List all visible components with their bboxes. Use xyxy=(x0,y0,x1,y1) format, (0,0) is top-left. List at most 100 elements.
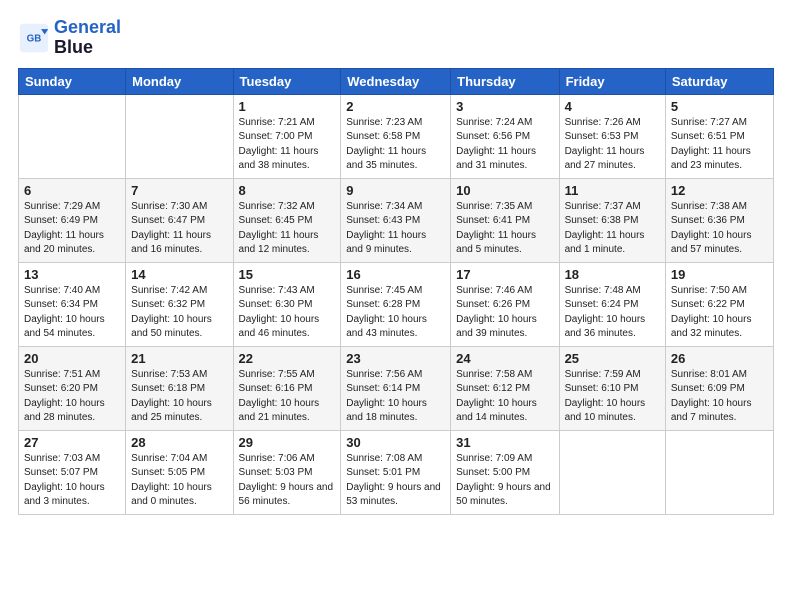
calendar-cell: 19 Sunrise: 7:50 AMSunset: 6:22 PMDayligh… xyxy=(665,262,773,346)
calendar-week-row: 6 Sunrise: 7:29 AMSunset: 6:49 PMDaylight… xyxy=(19,178,774,262)
calendar-cell: 1Sunrise: 7:21 AMSunset: 7:00 PMDaylight… xyxy=(233,94,341,178)
day-of-week-header: Wednesday xyxy=(341,68,451,94)
calendar-cell: 23 Sunrise: 7:56 AMSunset: 6:14 PMDayligh… xyxy=(341,346,451,430)
day-info: Sunrise: 7:53 AMSunset: 6:18 PMDaylight:… xyxy=(131,368,227,426)
day-number: 12 xyxy=(671,183,768,198)
day-number: 6 xyxy=(24,183,120,198)
day-number: 25 xyxy=(565,351,660,366)
day-number: 7 xyxy=(131,183,227,198)
day-number: 2 xyxy=(346,99,445,114)
day-info: Sunrise: 7:43 AMSunset: 6:30 PMDaylight:… xyxy=(239,284,336,342)
calendar-cell: 27Sunrise: 7:03 AMSunset: 5:07 PMDayligh… xyxy=(19,430,126,514)
calendar-cell: 25 Sunrise: 7:59 AMSunset: 6:10 PMDayligh… xyxy=(559,346,665,430)
day-number: 26 xyxy=(671,351,768,366)
calendar-week-row: 13 Sunrise: 7:40 AMSunset: 6:34 PMDayligh… xyxy=(19,262,774,346)
day-info: Sunrise: 7:38 AMSunset: 6:36 PMDaylight:… xyxy=(671,200,768,258)
calendar-cell: 28 Sunrise: 7:04 AMSunset: 5:05 PMDayligh… xyxy=(126,430,233,514)
calendar-cell: 26 Sunrise: 8:01 AMSunset: 6:09 PMDayligh… xyxy=(665,346,773,430)
svg-text:GB: GB xyxy=(27,33,42,44)
day-number: 19 xyxy=(671,267,768,282)
day-info: Sunrise: 7:56 AMSunset: 6:14 PMDaylight:… xyxy=(346,368,445,426)
day-info: Sunrise: 7:59 AMSunset: 6:10 PMDaylight:… xyxy=(565,368,660,426)
calendar-week-row: 27Sunrise: 7:03 AMSunset: 5:07 PMDayligh… xyxy=(19,430,774,514)
day-number: 21 xyxy=(131,351,227,366)
day-info: Sunrise: 8:01 AMSunset: 6:09 PMDaylight:… xyxy=(671,368,768,426)
day-info: Sunrise: 7:29 AMSunset: 6:49 PMDaylight:… xyxy=(24,200,120,258)
calendar-cell xyxy=(559,430,665,514)
day-info: Sunrise: 7:45 AMSunset: 6:28 PMDaylight:… xyxy=(346,284,445,342)
day-of-week-header: Tuesday xyxy=(233,68,341,94)
day-number: 22 xyxy=(239,351,336,366)
calendar-cell: 2 Sunrise: 7:23 AMSunset: 6:58 PMDaylight… xyxy=(341,94,451,178)
day-info: Sunrise: 7:48 AMSunset: 6:24 PMDaylight:… xyxy=(565,284,660,342)
day-info: Sunrise: 7:55 AMSunset: 6:16 PMDaylight:… xyxy=(239,368,336,426)
calendar-cell: 14 Sunrise: 7:42 AMSunset: 6:32 PMDayligh… xyxy=(126,262,233,346)
day-info: Sunrise: 7:58 AMSunset: 6:12 PMDaylight:… xyxy=(456,368,553,426)
day-number: 3 xyxy=(456,99,553,114)
calendar-cell: 29 Sunrise: 7:06 AMSunset: 5:03 PMDayligh… xyxy=(233,430,341,514)
day-info: Sunrise: 7:30 AMSunset: 6:47 PMDaylight:… xyxy=(131,200,227,258)
day-info: Sunrise: 7:46 AMSunset: 6:26 PMDaylight:… xyxy=(456,284,553,342)
day-of-week-header: Monday xyxy=(126,68,233,94)
day-number: 23 xyxy=(346,351,445,366)
day-info: Sunrise: 7:37 AMSunset: 6:38 PMDaylight:… xyxy=(565,200,660,258)
day-info: Sunrise: 7:42 AMSunset: 6:32 PMDaylight:… xyxy=(131,284,227,342)
day-number: 31 xyxy=(456,435,553,450)
day-number: 8 xyxy=(239,183,336,198)
calendar-cell: 31Sunrise: 7:09 AMSunset: 5:00 PMDayligh… xyxy=(451,430,559,514)
day-info: Sunrise: 7:27 AMSunset: 6:51 PMDaylight:… xyxy=(671,116,768,174)
day-info: Sunrise: 7:04 AMSunset: 5:05 PMDaylight:… xyxy=(131,452,227,510)
day-number: 13 xyxy=(24,267,120,282)
calendar-cell: 12 Sunrise: 7:38 AMSunset: 6:36 PMDayligh… xyxy=(665,178,773,262)
calendar-cell: 24Sunrise: 7:58 AMSunset: 6:12 PMDayligh… xyxy=(451,346,559,430)
calendar-cell: 18 Sunrise: 7:48 AMSunset: 6:24 PMDayligh… xyxy=(559,262,665,346)
day-of-week-header: Saturday xyxy=(665,68,773,94)
calendar-week-row: 20Sunrise: 7:51 AMSunset: 6:20 PMDayligh… xyxy=(19,346,774,430)
logo-text: GeneralBlue xyxy=(54,18,121,58)
calendar-cell: 9 Sunrise: 7:34 AMSunset: 6:43 PMDaylight… xyxy=(341,178,451,262)
calendar-cell: 15 Sunrise: 7:43 AMSunset: 6:30 PMDayligh… xyxy=(233,262,341,346)
day-number: 28 xyxy=(131,435,227,450)
calendar-cell: 20Sunrise: 7:51 AMSunset: 6:20 PMDayligh… xyxy=(19,346,126,430)
calendar-cell xyxy=(665,430,773,514)
header: GB GeneralBlue xyxy=(18,18,774,58)
day-number: 17 xyxy=(456,267,553,282)
day-number: 5 xyxy=(671,99,768,114)
calendar-cell: 22 Sunrise: 7:55 AMSunset: 6:16 PMDayligh… xyxy=(233,346,341,430)
day-number: 20 xyxy=(24,351,120,366)
calendar-cell: 30Sunrise: 7:08 AMSunset: 5:01 PMDayligh… xyxy=(341,430,451,514)
day-number: 30 xyxy=(346,435,445,450)
calendar-header-row: SundayMondayTuesdayWednesdayThursdayFrid… xyxy=(19,68,774,94)
calendar-cell: 10Sunrise: 7:35 AMSunset: 6:41 PMDayligh… xyxy=(451,178,559,262)
calendar-week-row: 1Sunrise: 7:21 AMSunset: 7:00 PMDaylight… xyxy=(19,94,774,178)
day-info: Sunrise: 7:23 AMSunset: 6:58 PMDaylight:… xyxy=(346,116,445,174)
calendar-cell: 3Sunrise: 7:24 AMSunset: 6:56 PMDaylight… xyxy=(451,94,559,178)
calendar-cell xyxy=(19,94,126,178)
day-number: 16 xyxy=(346,267,445,282)
calendar-cell: 6 Sunrise: 7:29 AMSunset: 6:49 PMDaylight… xyxy=(19,178,126,262)
day-info: Sunrise: 7:21 AMSunset: 7:00 PMDaylight:… xyxy=(239,116,336,174)
day-info: Sunrise: 7:40 AMSunset: 6:34 PMDaylight:… xyxy=(24,284,120,342)
calendar-cell: 16 Sunrise: 7:45 AMSunset: 6:28 PMDayligh… xyxy=(341,262,451,346)
calendar-cell: 7 Sunrise: 7:30 AMSunset: 6:47 PMDaylight… xyxy=(126,178,233,262)
calendar-cell: 5 Sunrise: 7:27 AMSunset: 6:51 PMDaylight… xyxy=(665,94,773,178)
calendar-cell: 11Sunrise: 7:37 AMSunset: 6:38 PMDayligh… xyxy=(559,178,665,262)
calendar-page: GB GeneralBlue SundayMondayTuesdayWednes… xyxy=(0,0,792,612)
day-of-week-header: Friday xyxy=(559,68,665,94)
day-info: Sunrise: 7:26 AMSunset: 6:53 PMDaylight:… xyxy=(565,116,660,174)
day-number: 18 xyxy=(565,267,660,282)
day-number: 27 xyxy=(24,435,120,450)
day-number: 9 xyxy=(346,183,445,198)
day-info: Sunrise: 7:32 AMSunset: 6:45 PMDaylight:… xyxy=(239,200,336,258)
day-number: 10 xyxy=(456,183,553,198)
calendar-cell: 17 Sunrise: 7:46 AMSunset: 6:26 PMDayligh… xyxy=(451,262,559,346)
day-number: 14 xyxy=(131,267,227,282)
day-info: Sunrise: 7:06 AMSunset: 5:03 PMDaylight:… xyxy=(239,452,336,510)
day-number: 29 xyxy=(239,435,336,450)
calendar-cell: 13 Sunrise: 7:40 AMSunset: 6:34 PMDayligh… xyxy=(19,262,126,346)
day-number: 15 xyxy=(239,267,336,282)
calendar-cell xyxy=(126,94,233,178)
calendar-table: SundayMondayTuesdayWednesdayThursdayFrid… xyxy=(18,68,774,515)
day-info: Sunrise: 7:34 AMSunset: 6:43 PMDaylight:… xyxy=(346,200,445,258)
day-info: Sunrise: 7:50 AMSunset: 6:22 PMDaylight:… xyxy=(671,284,768,342)
